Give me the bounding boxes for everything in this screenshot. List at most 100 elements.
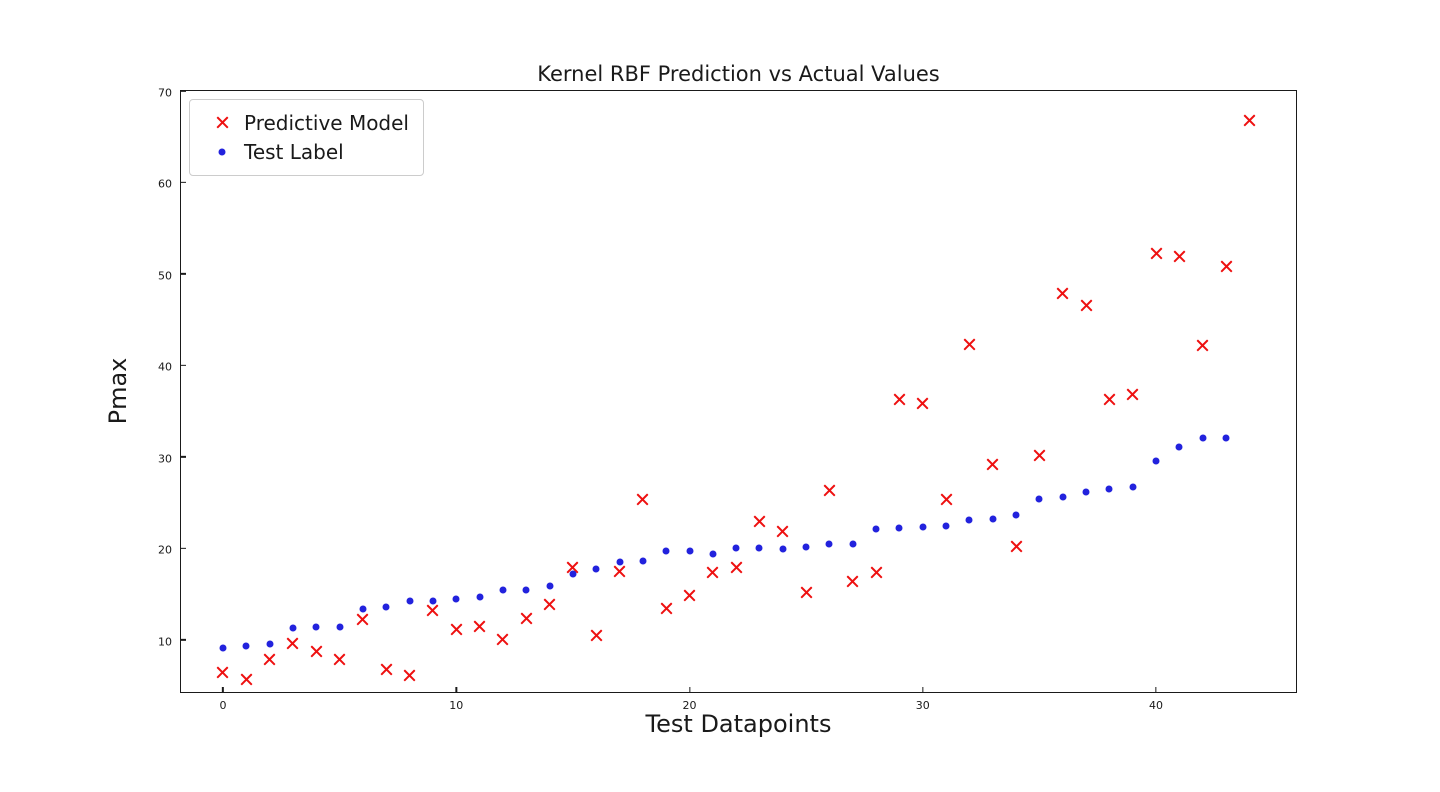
y-axis-tick-label: 30	[158, 452, 172, 466]
x-axis-tick-mark	[222, 687, 224, 692]
test-label-point	[359, 605, 367, 613]
x-axis-tick-label: 10	[449, 699, 464, 712]
prediction-point	[1150, 247, 1163, 260]
prediction-point	[963, 338, 976, 351]
test-label-point	[1129, 483, 1137, 491]
prediction-point	[450, 623, 463, 636]
y-axis-tick-mark	[181, 181, 186, 184]
y-axis-tick: 10	[158, 630, 186, 649]
test-label-point	[755, 544, 763, 552]
prediction-point	[916, 397, 929, 410]
test-label-point	[825, 540, 833, 548]
prediction-point	[590, 629, 603, 642]
test-label-point	[452, 595, 460, 603]
test-label-point	[1199, 434, 1207, 442]
prediction-point	[1243, 114, 1256, 127]
x-axis-tick: 30	[916, 687, 930, 712]
x-axis-tick-label: 40	[1149, 699, 1164, 712]
prediction-point	[1056, 287, 1069, 300]
plot-area: 10 20 30 40 50 60 70 0 10 20 30 40	[158, 87, 1297, 712]
test-label-point	[546, 582, 554, 590]
test-label-point	[1035, 495, 1043, 503]
prediction-point	[683, 589, 696, 602]
prediction-point	[776, 525, 789, 538]
test-label-point	[1082, 488, 1090, 496]
x-axis-tick: 20	[682, 687, 697, 712]
test-label-point	[1152, 457, 1160, 465]
scatter-data-layer	[181, 91, 1296, 692]
y-axis-tick-mark	[181, 273, 186, 275]
prediction-point	[496, 633, 509, 646]
y-axis-tick-label: 20	[158, 543, 172, 557]
test-label-point	[919, 523, 927, 531]
y-axis-tick: 30	[158, 447, 186, 466]
prediction-point	[986, 458, 999, 471]
test-label-point	[219, 644, 227, 652]
prediction-point	[520, 612, 533, 625]
test-label-point	[662, 547, 670, 555]
y-axis-tick-label: 70	[158, 86, 172, 100]
test-label-point	[1059, 493, 1067, 501]
y-axis-label: Pmax	[104, 357, 132, 425]
figure-canvas: Kernel RBF Prediction vs Actual Values 1…	[0, 0, 1440, 792]
test-label-point	[429, 597, 437, 605]
y-axis-tick: 50	[158, 264, 186, 283]
test-label-point	[336, 623, 344, 631]
x-axis-tick: 40	[1149, 687, 1164, 712]
test-label-point	[942, 522, 950, 530]
test-label-point	[522, 586, 530, 594]
x-axis-tick-mark	[922, 687, 924, 692]
test-label-point	[1105, 485, 1113, 493]
cross-marker-icon	[200, 113, 244, 133]
prediction-point	[706, 566, 719, 579]
test-label-point	[1175, 443, 1183, 451]
test-label-point	[849, 540, 857, 548]
y-axis-tick-label: 40	[158, 360, 172, 374]
prediction-point	[426, 604, 439, 617]
legend-item-label: Predictive Model	[244, 110, 409, 135]
test-label-point	[732, 544, 740, 552]
test-label-point	[779, 545, 787, 553]
y-axis-tick-mark	[181, 639, 186, 641]
legend: Predictive Model Test Label	[189, 99, 424, 176]
test-label-point	[639, 557, 647, 565]
x-axis-tick-label: 20	[682, 699, 697, 712]
prediction-point	[660, 602, 673, 615]
prediction-point	[730, 561, 743, 574]
prediction-point	[216, 666, 229, 679]
y-axis-tick: 70	[158, 82, 186, 101]
legend-item-predictive-model: Predictive Model	[200, 108, 409, 137]
test-label-point	[965, 516, 973, 524]
test-label-point	[242, 642, 250, 650]
prediction-point	[566, 561, 579, 574]
prediction-point	[613, 565, 626, 578]
prediction-point	[286, 637, 299, 650]
prediction-point	[380, 663, 393, 676]
prediction-point	[356, 613, 369, 626]
test-label-point	[895, 524, 903, 532]
test-label-point	[709, 550, 717, 558]
y-axis-tick-mark	[181, 456, 186, 458]
x-axis-tick: 0	[219, 687, 226, 712]
x-axis-tick-mark	[688, 687, 691, 692]
test-label-point	[1012, 511, 1020, 519]
prediction-point	[1033, 449, 1046, 462]
y-axis-tick-mark	[181, 364, 186, 367]
test-label-point	[476, 593, 484, 601]
legend-item-label: Test Label	[244, 139, 344, 164]
prediction-point	[800, 586, 813, 599]
prediction-point	[1126, 388, 1139, 401]
prediction-point	[310, 645, 323, 658]
test-label-point	[1222, 434, 1230, 442]
prediction-point	[940, 493, 953, 506]
test-label-point	[312, 623, 320, 631]
prediction-point	[403, 669, 416, 682]
prediction-point	[1220, 260, 1233, 273]
prediction-point	[636, 493, 649, 506]
dot-marker-icon	[200, 142, 244, 162]
page-title: Kernel RBF Prediction vs Actual Values	[537, 62, 940, 86]
prediction-point	[1196, 339, 1209, 352]
prediction-point	[473, 620, 486, 633]
prediction-point	[1080, 299, 1093, 312]
prediction-point	[893, 393, 906, 406]
